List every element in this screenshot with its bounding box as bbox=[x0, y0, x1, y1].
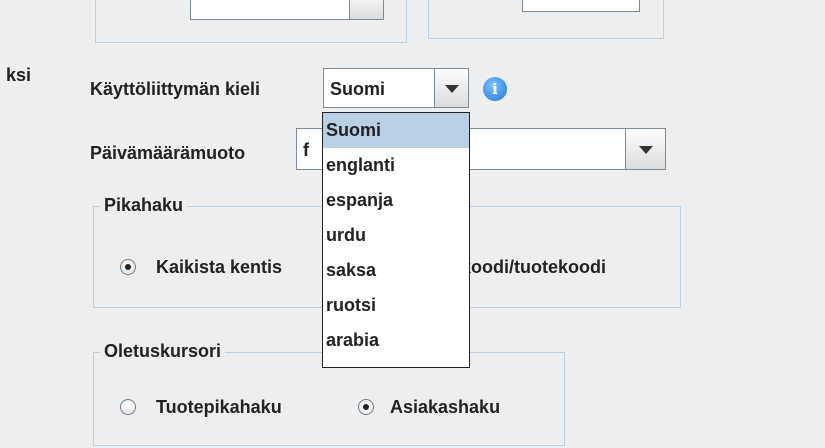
language-option-englanti[interactable]: englanti bbox=[323, 148, 469, 183]
customer-search-label[interactable]: Asiakashaku bbox=[390, 396, 500, 418]
top-combo-partial[interactable] bbox=[190, 0, 384, 20]
date-format-dropdown-button[interactable] bbox=[625, 129, 665, 169]
top-field-partial[interactable] bbox=[522, 0, 640, 12]
info-icon[interactable]: i bbox=[483, 77, 507, 101]
quick-search-all-fields-label[interactable]: Kaikista kentis bbox=[156, 256, 282, 278]
top-combo-arrow[interactable] bbox=[349, 0, 383, 19]
language-option-urdu[interactable]: urdu bbox=[323, 218, 469, 253]
ui-language-label: Käyttöliittymän kieli bbox=[90, 79, 261, 99]
left-edge-label: ksi bbox=[6, 65, 32, 85]
default-cursor-title: Oletuskursori bbox=[100, 340, 226, 362]
product-quick-search-label[interactable]: Tuotepikahaku bbox=[156, 396, 282, 418]
ui-language-combo[interactable]: Suomi bbox=[323, 68, 469, 108]
chevron-down-icon bbox=[444, 85, 459, 93]
language-option-espanja[interactable]: espanja bbox=[323, 183, 469, 218]
language-option-suomi[interactable]: Suomi bbox=[323, 113, 469, 148]
customer-search-radio[interactable] bbox=[358, 399, 374, 415]
chevron-down-icon bbox=[638, 146, 653, 154]
ui-language-selected: Suomi bbox=[330, 79, 386, 99]
ui-language-dropdown-list[interactable]: Suomi englanti espanja urdu saksa ruotsi… bbox=[322, 112, 470, 368]
quick-search-title: Pikahaku bbox=[100, 194, 188, 216]
quick-search-all-fields-radio[interactable] bbox=[120, 259, 136, 275]
date-format-label: Päivämäärämuoto bbox=[90, 143, 246, 163]
product-quick-search-radio[interactable] bbox=[120, 399, 136, 415]
ui-language-dropdown-button[interactable] bbox=[434, 69, 468, 107]
language-option-ruotsi[interactable]: ruotsi bbox=[323, 288, 469, 323]
language-option-saksa[interactable]: saksa bbox=[323, 253, 469, 288]
date-format-value: f bbox=[303, 140, 309, 160]
quick-search-code-label[interactable]: koodi/tuotekoodi bbox=[461, 256, 606, 278]
language-option-arabia[interactable]: arabia bbox=[323, 323, 469, 358]
